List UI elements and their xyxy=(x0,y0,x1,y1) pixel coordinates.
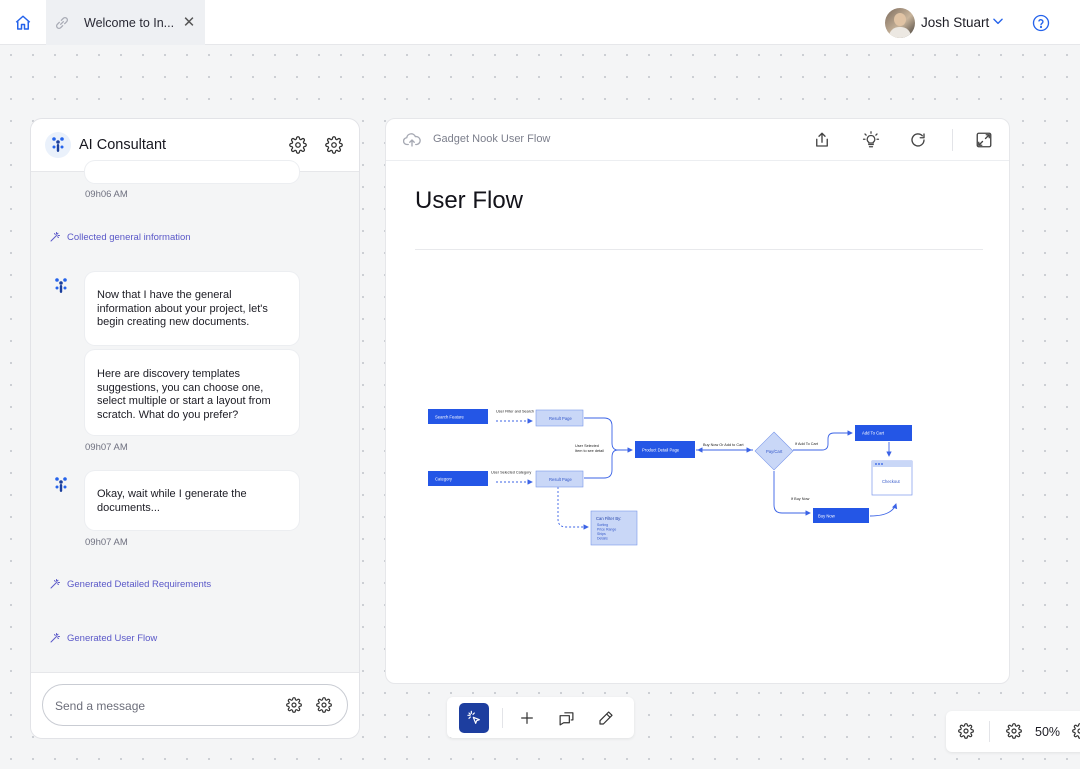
flow-edge xyxy=(584,417,626,479)
timestamp: 09h06 AM xyxy=(85,189,128,200)
status-line: Generated Detailed Requirements xyxy=(49,578,211,590)
chat-panel: AI Consultant 09h06 AM Collected general… xyxy=(30,118,360,739)
comment-tool-button[interactable] xyxy=(551,703,581,733)
node-result-page: Result Page xyxy=(549,416,572,421)
edge-label: User Filter and Search xyxy=(496,410,534,414)
tab-label: Welcome to In... xyxy=(84,15,175,30)
gear-icon[interactable] xyxy=(1006,723,1022,739)
chat-footer xyxy=(31,672,359,738)
chat-messages[interactable]: 09h06 AM Collected general information N… xyxy=(31,161,359,673)
edge-label: Buy Now Or Add to Cart xyxy=(703,443,744,447)
node-buy-now: Buy Now xyxy=(818,514,836,519)
status-line: Collected general information xyxy=(49,231,191,243)
flow-edge xyxy=(773,471,811,516)
message-bubble: Okay, wait while I generate the document… xyxy=(85,471,299,530)
message-text: Here are discovery templates suggestions… xyxy=(97,368,271,421)
canvas-toolbar xyxy=(447,697,634,738)
toolbar-divider xyxy=(502,708,503,728)
status-line: Generated User Flow xyxy=(49,632,157,644)
tab-welcome[interactable]: Welcome to In... ✕ xyxy=(46,0,205,45)
edge-label: Item to see detail xyxy=(575,449,604,453)
gear-icon[interactable] xyxy=(325,136,343,154)
message-text: Okay, wait while I generate the document… xyxy=(97,488,247,514)
link-icon xyxy=(54,15,70,31)
chat-title: AI Consultant xyxy=(79,137,167,153)
top-bar: Welcome to In... ✕ Josh Stuart xyxy=(0,0,1080,45)
edge-label: If Add To Cart xyxy=(795,442,819,446)
message-input-wrapper xyxy=(42,684,348,726)
close-icon[interactable]: ✕ xyxy=(181,14,197,31)
gear-icon[interactable] xyxy=(316,697,332,713)
edge-label: If Buy Now xyxy=(791,497,810,501)
flow-edge xyxy=(557,487,589,530)
timestamp: 09h07 AM xyxy=(85,537,128,548)
pen-tool-button[interactable] xyxy=(591,703,621,733)
filter-option: Details xyxy=(597,537,608,541)
gear-icon[interactable] xyxy=(958,723,974,739)
magic-wand-icon xyxy=(49,231,61,243)
message-bubble: Here are discovery templates suggestions… xyxy=(85,350,299,435)
chevron-down-icon[interactable] xyxy=(991,14,1005,28)
node-pay-cart: Pay/Cart xyxy=(766,449,783,454)
node-category: Category xyxy=(435,477,453,482)
timestamp: 09h07 AM xyxy=(85,442,128,453)
status-text: Collected general information xyxy=(67,231,191,243)
edge-label: User Selected xyxy=(575,444,599,448)
node-can-filter: Can Filter By: xyxy=(596,516,621,521)
node-checkout: Checkout xyxy=(882,479,901,484)
magic-wand-icon xyxy=(49,632,61,644)
document-panel: Gadget Nook User Flow User Flow Search F… xyxy=(385,118,1010,684)
user-name[interactable]: Josh Stuart xyxy=(921,15,989,30)
toolbar-divider xyxy=(989,721,990,742)
message-bubble: Now that I have the general information … xyxy=(85,272,299,345)
node-add-to-cart: Add To Cart xyxy=(862,431,885,436)
status-text: Generated Detailed Requirements xyxy=(67,578,212,590)
ai-logo-icon xyxy=(45,132,71,158)
select-tool-button[interactable] xyxy=(459,703,489,733)
message-text: Now that I have the general information … xyxy=(97,289,268,328)
user-flow-diagram[interactable]: Search Feature Category Result Page Resu… xyxy=(386,119,1010,684)
edge-label: User Selected Category xyxy=(491,471,531,475)
avatar[interactable] xyxy=(885,8,915,38)
status-text: Generated User Flow xyxy=(67,632,158,644)
gear-icon[interactable] xyxy=(289,136,307,154)
ai-logo-icon xyxy=(53,476,71,494)
message-input[interactable] xyxy=(55,696,255,716)
message-bubble xyxy=(85,161,299,183)
magic-wand-icon xyxy=(49,578,61,590)
filter-option: Ships xyxy=(597,532,606,536)
filter-option: Price Range xyxy=(597,528,616,532)
flow-edge xyxy=(869,503,898,517)
zoom-controls: 50% xyxy=(946,711,1080,752)
zoom-level[interactable]: 50% xyxy=(1035,725,1060,739)
filter-option: Sorting xyxy=(597,523,608,527)
node-result-page: Result Page xyxy=(549,477,572,482)
gear-icon[interactable] xyxy=(286,697,302,713)
screen-header xyxy=(872,461,912,467)
home-icon[interactable] xyxy=(12,12,34,34)
node-search-feature: Search Feature xyxy=(435,415,465,420)
add-button[interactable] xyxy=(512,703,542,733)
gear-icon[interactable] xyxy=(1072,723,1080,739)
node-product-detail: Product Detail Page xyxy=(642,448,680,453)
ai-logo-icon xyxy=(53,277,71,295)
help-icon[interactable] xyxy=(1032,14,1050,32)
